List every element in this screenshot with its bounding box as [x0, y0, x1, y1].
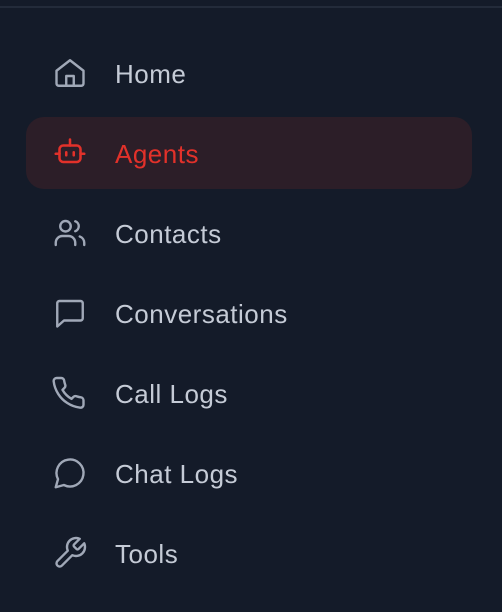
phone-icon	[52, 375, 88, 411]
wrench-icon	[52, 535, 88, 571]
sidebar-nav: Home Agents Contacts Conversations Call …	[26, 37, 472, 597]
sidebar: Home Agents Contacts Conversations Call …	[0, 0, 502, 612]
sidebar-item-call-logs[interactable]: Call Logs	[26, 357, 472, 429]
sidebar-item-label: Home	[115, 59, 187, 89]
message-square-icon	[52, 295, 88, 331]
sidebar-item-label: Contacts	[115, 219, 222, 249]
sidebar-item-label: Agents	[115, 139, 199, 169]
top-divider	[0, 6, 502, 8]
sidebar-item-conversations[interactable]: Conversations	[26, 277, 472, 349]
sidebar-item-tools[interactable]: Tools	[26, 517, 472, 589]
sidebar-item-label: Chat Logs	[115, 459, 239, 489]
sidebar-item-label: Tools	[115, 539, 179, 569]
sidebar-item-agents[interactable]: Agents	[26, 117, 472, 189]
home-icon	[52, 55, 88, 91]
robot-icon	[52, 135, 88, 171]
sidebar-item-label: Call Logs	[115, 379, 228, 409]
sidebar-item-home[interactable]: Home	[26, 37, 472, 109]
users-icon	[52, 215, 88, 251]
sidebar-item-contacts[interactable]: Contacts	[26, 197, 472, 269]
sidebar-item-label: Conversations	[115, 299, 288, 329]
sidebar-item-chat-logs[interactable]: Chat Logs	[26, 437, 472, 509]
message-circle-icon	[52, 455, 88, 491]
